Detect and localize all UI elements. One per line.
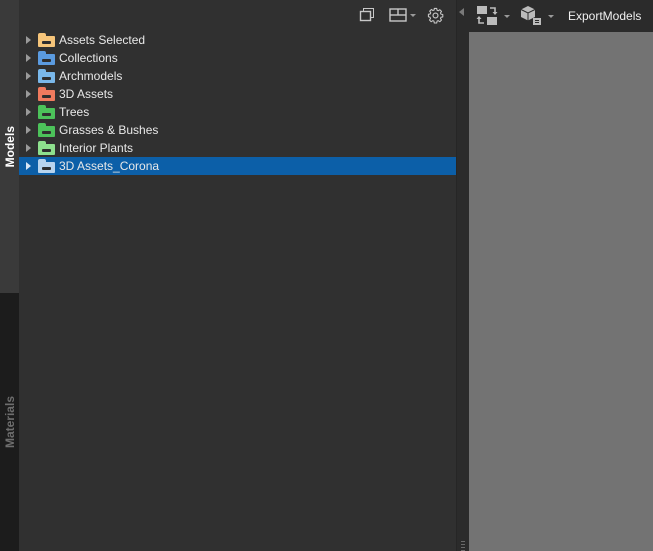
folder-icon: [38, 141, 55, 155]
tree-item-label: Grasses & Bushes: [59, 123, 159, 137]
folder-icon: [38, 159, 55, 173]
window-restore-icon: [359, 8, 374, 22]
folder-icon: [38, 51, 55, 65]
tree-item-label: Assets Selected: [59, 33, 146, 47]
gear-icon: [427, 7, 443, 24]
tree-item[interactable]: Archmodels: [19, 67, 456, 85]
expand-arrow-icon[interactable]: [26, 54, 31, 62]
panel-splitter[interactable]: [456, 0, 469, 551]
export-models-label[interactable]: ExportModels: [568, 9, 641, 23]
vertical-tab-strip: Models Materials: [0, 0, 19, 551]
model-box-icon: [520, 6, 541, 25]
expand-arrow-icon[interactable]: [26, 90, 31, 98]
chevron-down-icon: [548, 14, 554, 18]
folder-icon: [38, 69, 55, 83]
settings-button[interactable]: [425, 6, 445, 24]
expand-arrow-icon[interactable]: [26, 108, 31, 116]
chevron-down-icon: [409, 13, 416, 17]
tree-item[interactable]: Collections: [19, 49, 456, 67]
expand-arrow-icon[interactable]: [26, 126, 31, 134]
tree-item[interactable]: Interior Plants: [19, 139, 456, 157]
folder-icon: [38, 105, 55, 119]
expand-arrow-icon[interactable]: [26, 162, 31, 170]
folder-icon: [38, 123, 55, 137]
layout-icon: [388, 8, 407, 22]
tree-item[interactable]: 3D Assets_Corona: [19, 157, 456, 175]
expand-arrow-icon[interactable]: [26, 72, 31, 80]
tab-materials-label: Materials: [2, 395, 17, 449]
tree-item-label: Collections: [59, 51, 118, 65]
models-panel: Assets Selected Collections Archmodels 3D A…: [19, 0, 456, 551]
tree-item-label: 3D Assets: [59, 87, 114, 101]
collapse-arrow-icon[interactable]: [459, 8, 464, 16]
tab-materials[interactable]: Materials: [0, 293, 19, 551]
viewport-area[interactable]: [469, 32, 653, 551]
tree-item-label: Interior Plants: [59, 141, 134, 155]
tab-models-label: Models: [2, 125, 17, 168]
tree-item[interactable]: Grasses & Bushes: [19, 121, 456, 139]
resize-grip-icon[interactable]: [461, 541, 465, 551]
asset-tree: Assets Selected Collections Archmodels 3D A…: [19, 31, 456, 175]
tree-item-label: 3D Assets_Corona: [59, 159, 160, 173]
tree-item[interactable]: 3D Assets: [19, 85, 456, 103]
expand-arrow-icon[interactable]: [26, 36, 31, 44]
folder-icon: [38, 33, 55, 47]
chevron-down-icon: [504, 14, 510, 18]
tree-item-label: Trees: [59, 105, 90, 119]
sync-button[interactable]: [475, 4, 510, 28]
tree-item-label: Archmodels: [59, 69, 123, 83]
expand-arrow-icon[interactable]: [26, 144, 31, 152]
window-restore-button[interactable]: [357, 6, 377, 24]
layout-button[interactable]: [386, 6, 418, 24]
tab-models[interactable]: Models: [0, 0, 19, 293]
panel-toolbar: [19, 0, 456, 30]
sync-icon: [476, 6, 498, 25]
tree-item[interactable]: Assets Selected: [19, 31, 456, 49]
right-toolbar: ExportModels: [469, 0, 653, 32]
tree-item[interactable]: Trees: [19, 103, 456, 121]
folder-icon: [38, 87, 55, 101]
model-box-button[interactable]: [519, 4, 554, 28]
